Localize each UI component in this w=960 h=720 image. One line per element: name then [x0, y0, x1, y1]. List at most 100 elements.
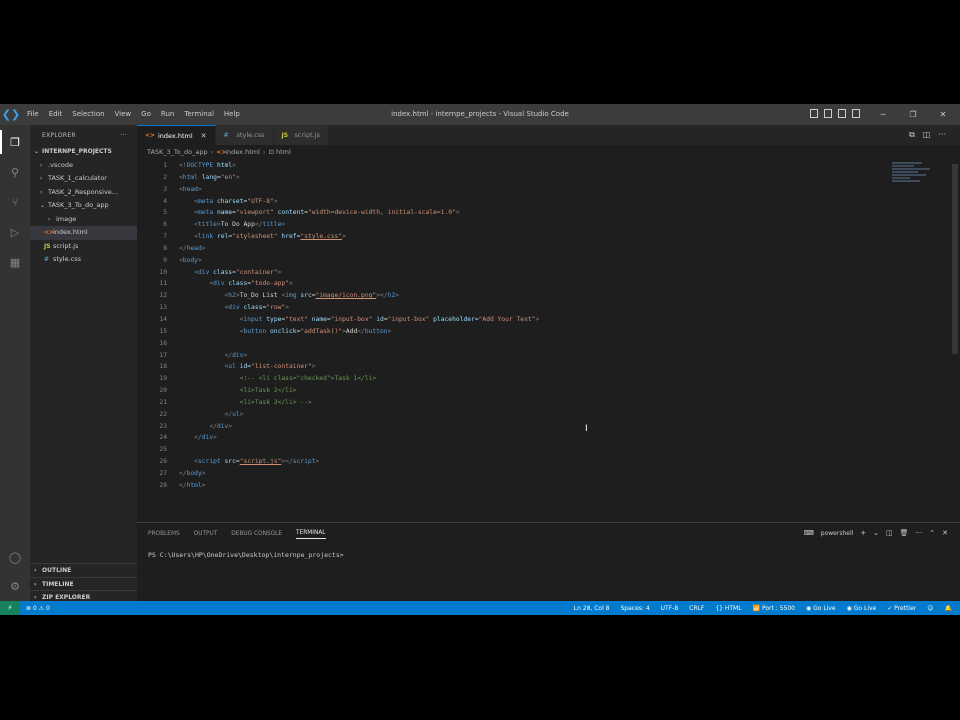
code-line: </ul> — [224, 410, 244, 418]
outline-section[interactable]: › OUTLINE — [30, 563, 137, 577]
open-preview-icon[interactable]: ⧉ — [909, 130, 915, 140]
live-server-port[interactable]: 📶 Port : 5500 — [753, 605, 795, 612]
problems-count[interactable]: ⊗ 0 ⚠ 0 — [20, 605, 50, 612]
code-line: <div class="todo-app"> — [209, 280, 293, 288]
shell-name[interactable]: powershell — [821, 530, 854, 537]
vertical-scrollbar[interactable] — [952, 164, 958, 354]
code-line: </div> — [209, 422, 233, 430]
workspace-root[interactable]: ⌄ INTERNPE_PROJECTS — [30, 145, 137, 159]
code-content[interactable]: <!DOCTYPE html> <html lang="en"> <head> … — [179, 160, 879, 492]
tree-folder-image[interactable]: › image — [30, 213, 137, 227]
go-live-button[interactable]: ◉ Go Live — [806, 605, 836, 612]
menu-file[interactable]: File — [22, 104, 44, 125]
toggle-secondary-sidebar-icon[interactable] — [838, 109, 846, 118]
menu-bar: File Edit Selection View Go Run Terminal… — [22, 104, 245, 125]
source-control-icon[interactable]: ⑂ — [6, 193, 24, 211]
menu-edit[interactable]: Edit — [44, 104, 68, 125]
chevron-right-icon: › — [210, 148, 214, 156]
breadcrumb-file[interactable]: index.html — [225, 148, 260, 156]
end-of-line[interactable]: CRLF — [689, 605, 704, 612]
tree-folder-task2[interactable]: › TASK_2_Responsive... — [30, 186, 137, 200]
breadcrumb-folder[interactable]: TASK_3_To_do_app — [147, 148, 208, 156]
code-line: <div class="container"> — [194, 268, 282, 276]
tree-file-style-css[interactable]: # style.css — [30, 253, 137, 267]
line-number: 6 — [163, 221, 167, 229]
cursor-position[interactable]: Ln 28, Col 8 — [574, 605, 610, 612]
indentation[interactable]: Spaces: 4 — [621, 605, 650, 612]
tab-index-html[interactable]: <> index.html ✕ — [137, 125, 216, 145]
close-panel-icon[interactable]: ✕ — [942, 529, 948, 537]
go-live-button-2[interactable]: ◉ Go Live — [847, 605, 877, 612]
search-icon[interactable]: ⚲ — [6, 163, 24, 181]
extensions-icon[interactable]: ▦ — [6, 253, 24, 271]
tree-file-script-js[interactable]: JS script.js — [30, 240, 137, 254]
menu-go[interactable]: Go — [136, 104, 156, 125]
line-number: 10 — [159, 268, 167, 276]
breadcrumb-symbol[interactable]: html — [276, 148, 291, 156]
tab-style-css[interactable]: # style.css — [215, 125, 274, 145]
code-editor[interactable]: 1 2 3 4 5 6 7 8 9 10 11 12 13 14 15 16 1… — [137, 160, 960, 522]
explorer-title: EXPLORER — [42, 131, 76, 139]
split-terminal-icon[interactable]: ◫ — [886, 529, 893, 537]
tree-folder-task3[interactable]: ⌄ TASK_3_To_do_app — [30, 199, 137, 213]
chevron-right-icon: › — [40, 175, 43, 182]
menu-help[interactable]: Help — [219, 104, 245, 125]
menu-terminal[interactable]: Terminal — [179, 104, 219, 125]
tab-problems[interactable]: PROBLEMS — [148, 531, 180, 537]
more-actions-icon[interactable]: ··· — [120, 132, 127, 139]
prettier-status[interactable]: ✓ Prettier — [887, 605, 916, 612]
terminal-output[interactable]: PS C:\Users\HP\OneDrive\Desktop\internpe… — [137, 545, 960, 559]
code-line: </div> — [194, 434, 217, 442]
maximize-panel-icon[interactable]: ⌃ — [929, 529, 935, 537]
remote-icon[interactable]: ⚡ — [0, 601, 20, 615]
minimap[interactable] — [892, 162, 937, 192]
code-line: </body> — [179, 469, 206, 477]
code-line: <!DOCTYPE html> — [179, 162, 236, 169]
toggle-panel-icon[interactable] — [824, 109, 832, 118]
close-window-icon[interactable]: ✕ — [928, 104, 958, 125]
html-file-icon: <> — [216, 149, 227, 156]
tree-folder-task1[interactable]: › TASK_1_calculator — [30, 172, 137, 186]
tree-file-index-html[interactable]: <>index.html — [30, 226, 137, 240]
code-line: <meta charset="UTF-8"> — [194, 197, 278, 205]
tab-output[interactable]: OUTPUT — [194, 531, 218, 537]
close-tab-icon[interactable]: ✕ — [201, 132, 207, 140]
language-mode[interactable]: {} HTML — [715, 605, 741, 612]
sidebar-bottom-sections: › OUTLINE › TIMELINE › ZIP EXPLORER — [30, 563, 137, 604]
restore-icon[interactable]: ❐ — [898, 104, 928, 125]
encoding[interactable]: UTF-8 — [661, 605, 679, 612]
line-number: 27 — [159, 469, 167, 477]
title-bar: ❮❯ File Edit Selection View Go Run Termi… — [0, 104, 960, 125]
run-debug-icon[interactable]: ▷ — [6, 223, 24, 241]
feedback-icon[interactable]: ☺ — [927, 605, 933, 612]
tab-script-js[interactable]: JS script.js — [273, 125, 329, 145]
tab-terminal[interactable]: TERMINAL — [296, 530, 326, 539]
activity-bar: ❐ ⚲ ⑂ ▷ ▦ ◯ ⚙ — [0, 125, 30, 601]
menu-view[interactable]: View — [110, 104, 137, 125]
line-number: 22 — [159, 410, 167, 418]
menu-run[interactable]: Run — [156, 104, 179, 125]
trash-icon[interactable]: 🗑 — [900, 529, 909, 537]
explorer-icon[interactable]: ❐ — [6, 133, 24, 151]
code-line: <html lang="en"> — [179, 173, 240, 181]
css-file-icon: # — [44, 256, 50, 263]
line-number: 17 — [159, 351, 167, 359]
settings-gear-icon[interactable]: ⚙ — [6, 577, 24, 595]
minimize-icon[interactable]: ─ — [868, 104, 898, 125]
notifications-bell-icon[interactable]: 🔔 — [945, 605, 952, 612]
timeline-section[interactable]: › TIMELINE — [30, 576, 137, 591]
new-terminal-icon[interactable]: + — [860, 529, 866, 537]
tree-folder-vscode[interactable]: › .vscode — [30, 159, 137, 173]
window-controls: ─ ❐ ✕ — [868, 104, 958, 125]
accounts-icon[interactable]: ◯ — [6, 548, 24, 566]
menu-selection[interactable]: Selection — [67, 104, 109, 125]
tab-debug-console[interactable]: DEBUG CONSOLE — [231, 531, 282, 537]
customize-layout-icon[interactable] — [852, 109, 860, 118]
toggle-primary-sidebar-icon[interactable] — [810, 109, 818, 118]
more-actions-icon[interactable]: ··· — [938, 130, 946, 140]
line-number: 28 — [159, 481, 167, 489]
more-actions-icon[interactable]: ··· — [916, 529, 923, 537]
split-editor-icon[interactable]: ◫ — [923, 130, 931, 140]
chevron-down-icon[interactable]: ⌄ — [873, 529, 879, 537]
